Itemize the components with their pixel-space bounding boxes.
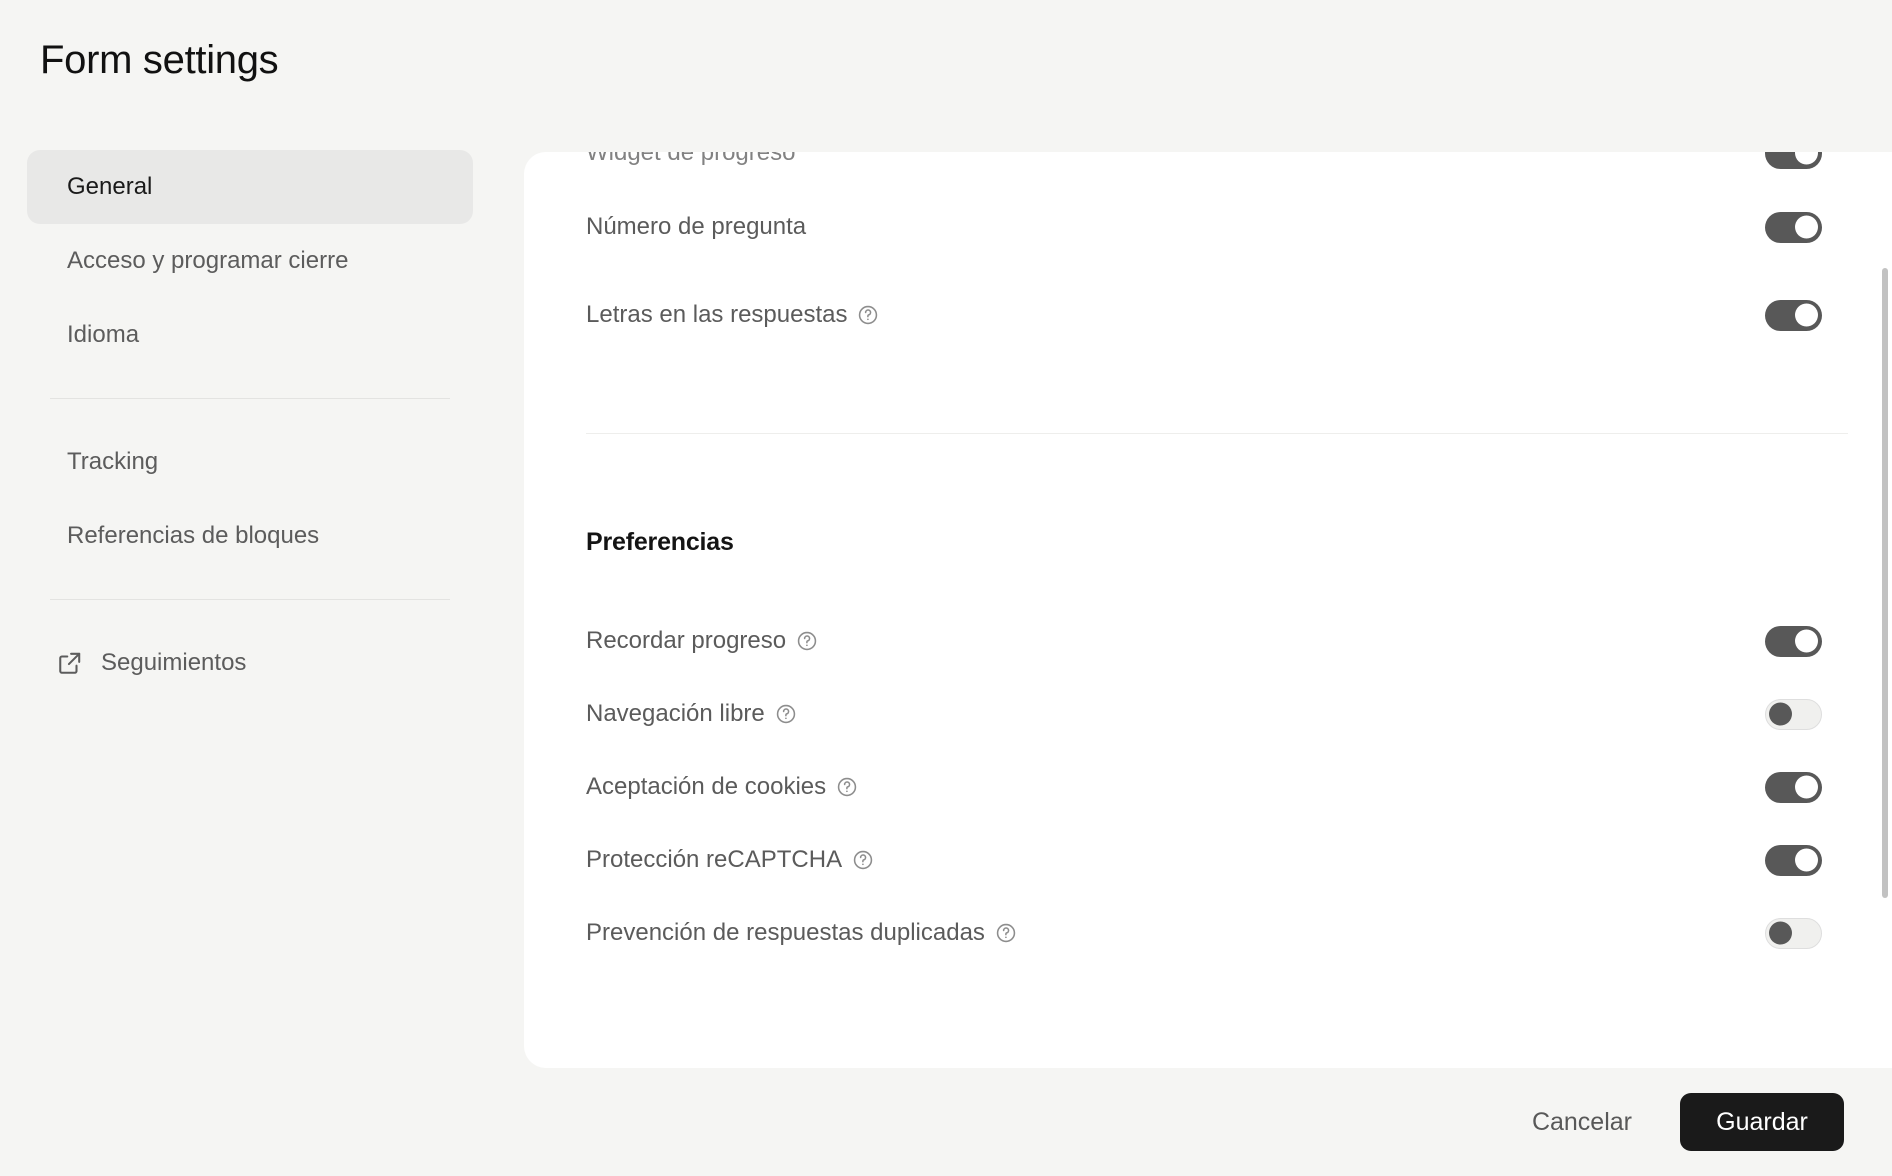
setting-label-text: Widget de progreso [586, 152, 796, 166]
setting-label-text: Número de pregunta [586, 213, 807, 240]
setting-label: Recordar progreso [586, 627, 818, 655]
setting-label: Navegación libre [586, 700, 797, 728]
page-title: Form settings [40, 38, 279, 82]
setting-row-proteccion-recaptcha: Protección reCAPTCHA [586, 840, 1822, 880]
toggle-letras-en-las-respuestas[interactable] [1765, 299, 1822, 331]
sidebar-item-label: Seguimientos [101, 649, 247, 676]
setting-label: Número de pregunta [586, 213, 806, 241]
setting-label: Widget de progreso [586, 152, 795, 167]
toggle-prevencion-de-respuestas-duplicadas[interactable] [1765, 917, 1822, 949]
toggle-knob [1795, 629, 1818, 653]
toggle-knob [1795, 303, 1818, 327]
toggle-recordar-progreso[interactable] [1765, 625, 1822, 657]
toggle-numero-de-pregunta[interactable] [1765, 211, 1822, 243]
toggle-knob [1769, 921, 1792, 945]
help-circle-icon[interactable] [836, 776, 858, 798]
setting-label: Letras en las respuestas [586, 301, 879, 329]
settings-card: Widget de progreso Número de pregunta Le… [524, 152, 1892, 1068]
sidebar-item-label: Tracking [67, 448, 159, 475]
setting-label-text: Protección reCAPTCHA [586, 846, 843, 873]
help-circle-icon[interactable] [995, 922, 1017, 944]
setting-row-navegacion-libre: Navegación libre [586, 694, 1822, 734]
help-circle-icon[interactable] [775, 703, 797, 725]
sidebar-item-seguimientos[interactable]: Seguimientos [27, 626, 473, 700]
setting-label: Protección reCAPTCHA [586, 846, 874, 874]
sidebar-divider-2 [50, 599, 450, 600]
section-title-preferencias: Preferencias [586, 528, 734, 556]
setting-row-numero-de-pregunta: Número de pregunta [586, 207, 1822, 247]
toggle-proteccion-recaptcha[interactable] [1765, 844, 1822, 876]
toggle-navegacion-libre[interactable] [1765, 698, 1822, 730]
setting-row-recordar-progreso: Recordar progreso [586, 621, 1822, 661]
settings-card-content: Widget de progreso Número de pregunta Le… [524, 152, 1892, 1068]
settings-sidebar: General Acceso y programar cierre Idioma… [0, 150, 500, 1176]
settings-scrollbar-thumb[interactable] [1882, 268, 1888, 898]
setting-row-widget-de-progreso: Widget de progreso [586, 152, 1822, 173]
setting-row-prevencion-de-respuestas-duplicadas: Prevención de respuestas duplicadas [586, 913, 1822, 953]
dialog-footer: Cancelar Guardar [0, 1068, 1892, 1176]
sidebar-item-referencias-de-bloques[interactable]: Referencias de bloques [27, 499, 473, 573]
setting-label: Aceptación de cookies [586, 773, 858, 801]
sidebar-item-general[interactable]: General [27, 150, 473, 224]
setting-label: Prevención de respuestas duplicadas [586, 919, 1017, 947]
toggle-knob [1769, 702, 1792, 726]
sidebar-item-label: Referencias de bloques [67, 522, 320, 549]
setting-label-text: Recordar progreso [586, 627, 787, 654]
section-divider [586, 433, 1848, 434]
sidebar-item-label: Idioma [67, 321, 140, 348]
toggle-knob [1795, 152, 1818, 165]
form-settings-page: Form settings General Acceso y programar… [0, 0, 1892, 1176]
toggle-knob [1795, 215, 1818, 239]
sidebar-divider-1 [50, 398, 450, 399]
setting-label-text: Prevención de respuestas duplicadas [586, 919, 985, 946]
sidebar-item-label: Acceso y programar cierre [67, 247, 349, 274]
setting-label-text: Aceptación de cookies [586, 773, 827, 800]
save-button[interactable]: Guardar [1680, 1093, 1844, 1151]
toggle-knob [1795, 848, 1818, 872]
help-circle-icon[interactable] [852, 849, 874, 871]
sidebar-item-label: General [67, 173, 153, 200]
help-circle-icon[interactable] [857, 304, 879, 326]
help-circle-icon[interactable] [796, 630, 818, 652]
setting-row-letras-en-las-respuestas: Letras en las respuestas [586, 295, 1822, 335]
toggle-widget-de-progreso[interactable] [1765, 152, 1822, 169]
toggle-knob [1795, 775, 1818, 799]
toggle-aceptacion-de-cookies[interactable] [1765, 771, 1822, 803]
sidebar-item-acceso-y-programar-cierre[interactable]: Acceso y programar cierre [27, 224, 473, 298]
cancel-button[interactable]: Cancelar [1528, 1098, 1636, 1147]
setting-label-text: Navegación libre [586, 700, 765, 727]
sidebar-item-idioma[interactable]: Idioma [27, 298, 473, 372]
external-link-icon [57, 650, 83, 676]
setting-row-aceptacion-de-cookies: Aceptación de cookies [586, 767, 1822, 807]
setting-label-text: Letras en las respuestas [586, 301, 848, 328]
sidebar-item-tracking[interactable]: Tracking [27, 425, 473, 499]
